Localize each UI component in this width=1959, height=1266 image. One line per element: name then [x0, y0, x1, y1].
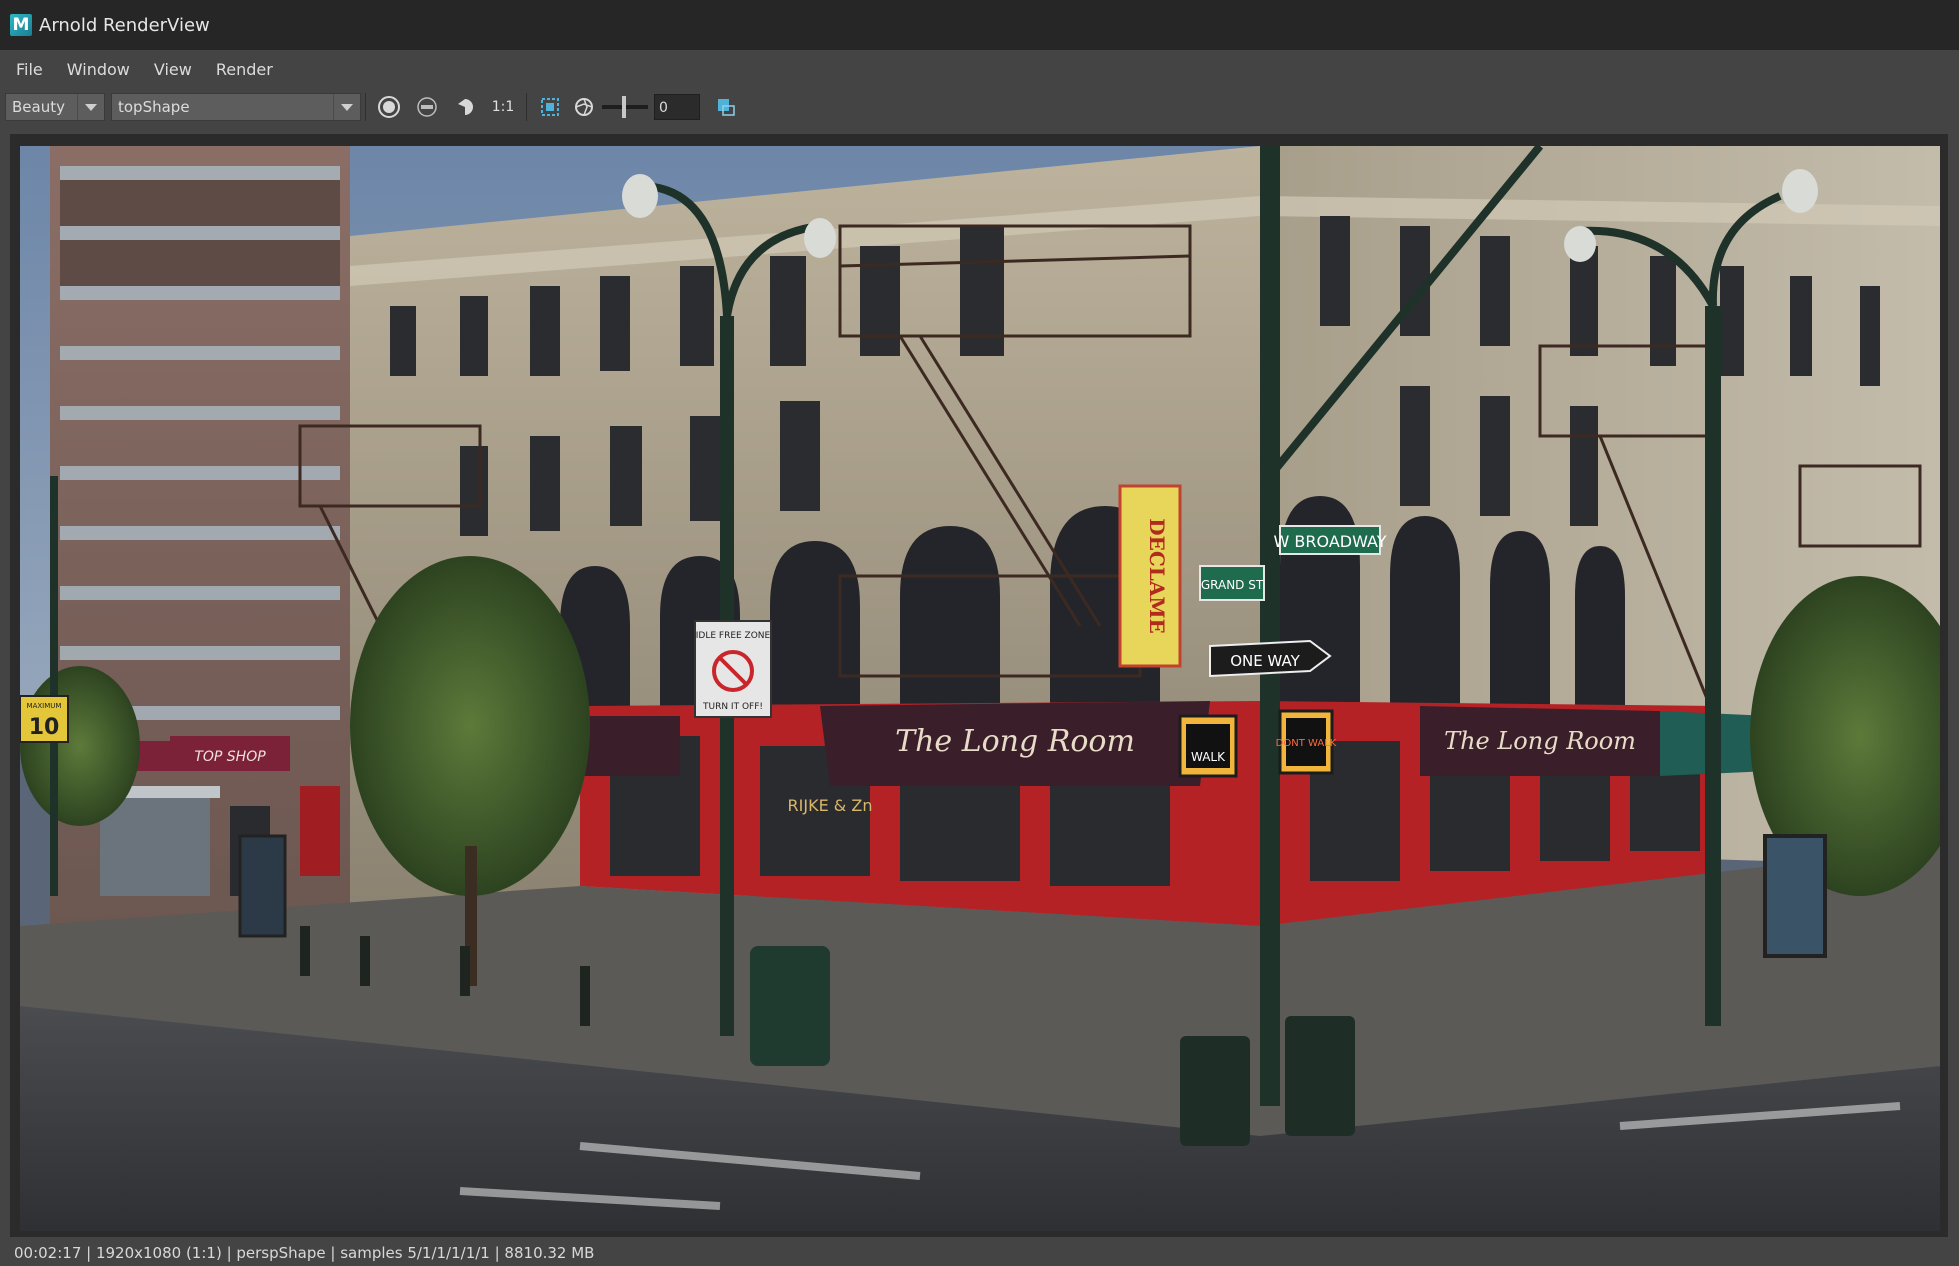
vertical-sign-text: DECLAME: [1145, 518, 1169, 633]
aov-dropdown[interactable]: Beauty: [5, 93, 105, 121]
menu-file[interactable]: File: [16, 60, 43, 79]
rendered-street-scene: The Long Room The Long Room TOP SHOP RIJ…: [20, 146, 1940, 1231]
chevron-down-icon: [333, 94, 360, 120]
channel-toggle-button[interactable]: [449, 92, 481, 122]
render-status-text: 00:02:17 | 1920x1080 (1:1) | perspShape …: [14, 1244, 595, 1262]
render-button[interactable]: [373, 92, 405, 122]
sign-w-broadway: W BROADWAY: [1274, 532, 1387, 551]
maya-logo-icon: M: [10, 14, 32, 36]
toolbar-divider: [526, 93, 527, 121]
awning-text-long-room-1: The Long Room: [895, 724, 1135, 759]
speed-sign-value: 10: [29, 715, 60, 740]
sign-one-way: ONE WAY: [1230, 652, 1300, 670]
menu-view[interactable]: View: [154, 60, 192, 79]
contrast-icon: [458, 99, 473, 115]
crop-region-icon: [541, 98, 559, 116]
status-bar: 00:02:17 | 1920x1080 (1:1) | perspShape …: [0, 1240, 1959, 1266]
aperture-icon: [575, 98, 593, 116]
camera-dropdown-label: topShape: [118, 98, 190, 116]
log-button[interactable]: [710, 92, 742, 122]
chevron-down-icon: [77, 94, 104, 120]
exposure-slider-thumb[interactable]: [622, 96, 626, 118]
title-bar: M Arnold RenderView: [0, 0, 1959, 50]
render-view[interactable]: The Long Room The Long Room TOP SHOP RIJ…: [20, 146, 1940, 1231]
speed-sign-top: MAXIMUM: [27, 702, 62, 710]
signal-walk: WALK: [1191, 750, 1226, 764]
toolbar: Beauty topShape 1:1 0: [0, 88, 1959, 126]
awning-text-long-room-2: The Long Room: [1444, 727, 1636, 755]
menu-window[interactable]: Window: [67, 60, 130, 79]
menu-render[interactable]: Render: [216, 60, 273, 79]
region-button[interactable]: [534, 92, 566, 122]
camera-dropdown[interactable]: topShape: [111, 93, 361, 121]
sign-idle-top: IDLE FREE ZONE: [696, 631, 771, 641]
log-icon: [718, 99, 735, 116]
aov-dropdown-label: Beauty: [12, 98, 65, 116]
render-icon: [378, 96, 400, 118]
menu-bar: File Window View Render: [0, 50, 1959, 88]
rgb-channel-button[interactable]: [411, 92, 443, 122]
sign-idle-bottom: TURN IT OFF!: [702, 702, 763, 712]
window-text-rijke: RIJKE & Zn: [788, 796, 873, 815]
signal-dont-walk: DONT WALK: [1276, 738, 1337, 749]
window-title: Arnold RenderView: [39, 14, 210, 36]
toolbar-divider: [365, 93, 366, 121]
awning-text-top-shop: TOP SHOP: [194, 749, 266, 765]
ratio-button[interactable]: 1:1: [487, 92, 519, 122]
exposure-slider[interactable]: [602, 96, 648, 118]
exposure-button[interactable]: [572, 92, 596, 122]
ratio-label: 1:1: [491, 99, 515, 115]
exposure-field[interactable]: 0: [654, 94, 700, 120]
sign-grand-st: GRAND ST: [1201, 578, 1264, 592]
rgb-icon: [417, 97, 437, 117]
